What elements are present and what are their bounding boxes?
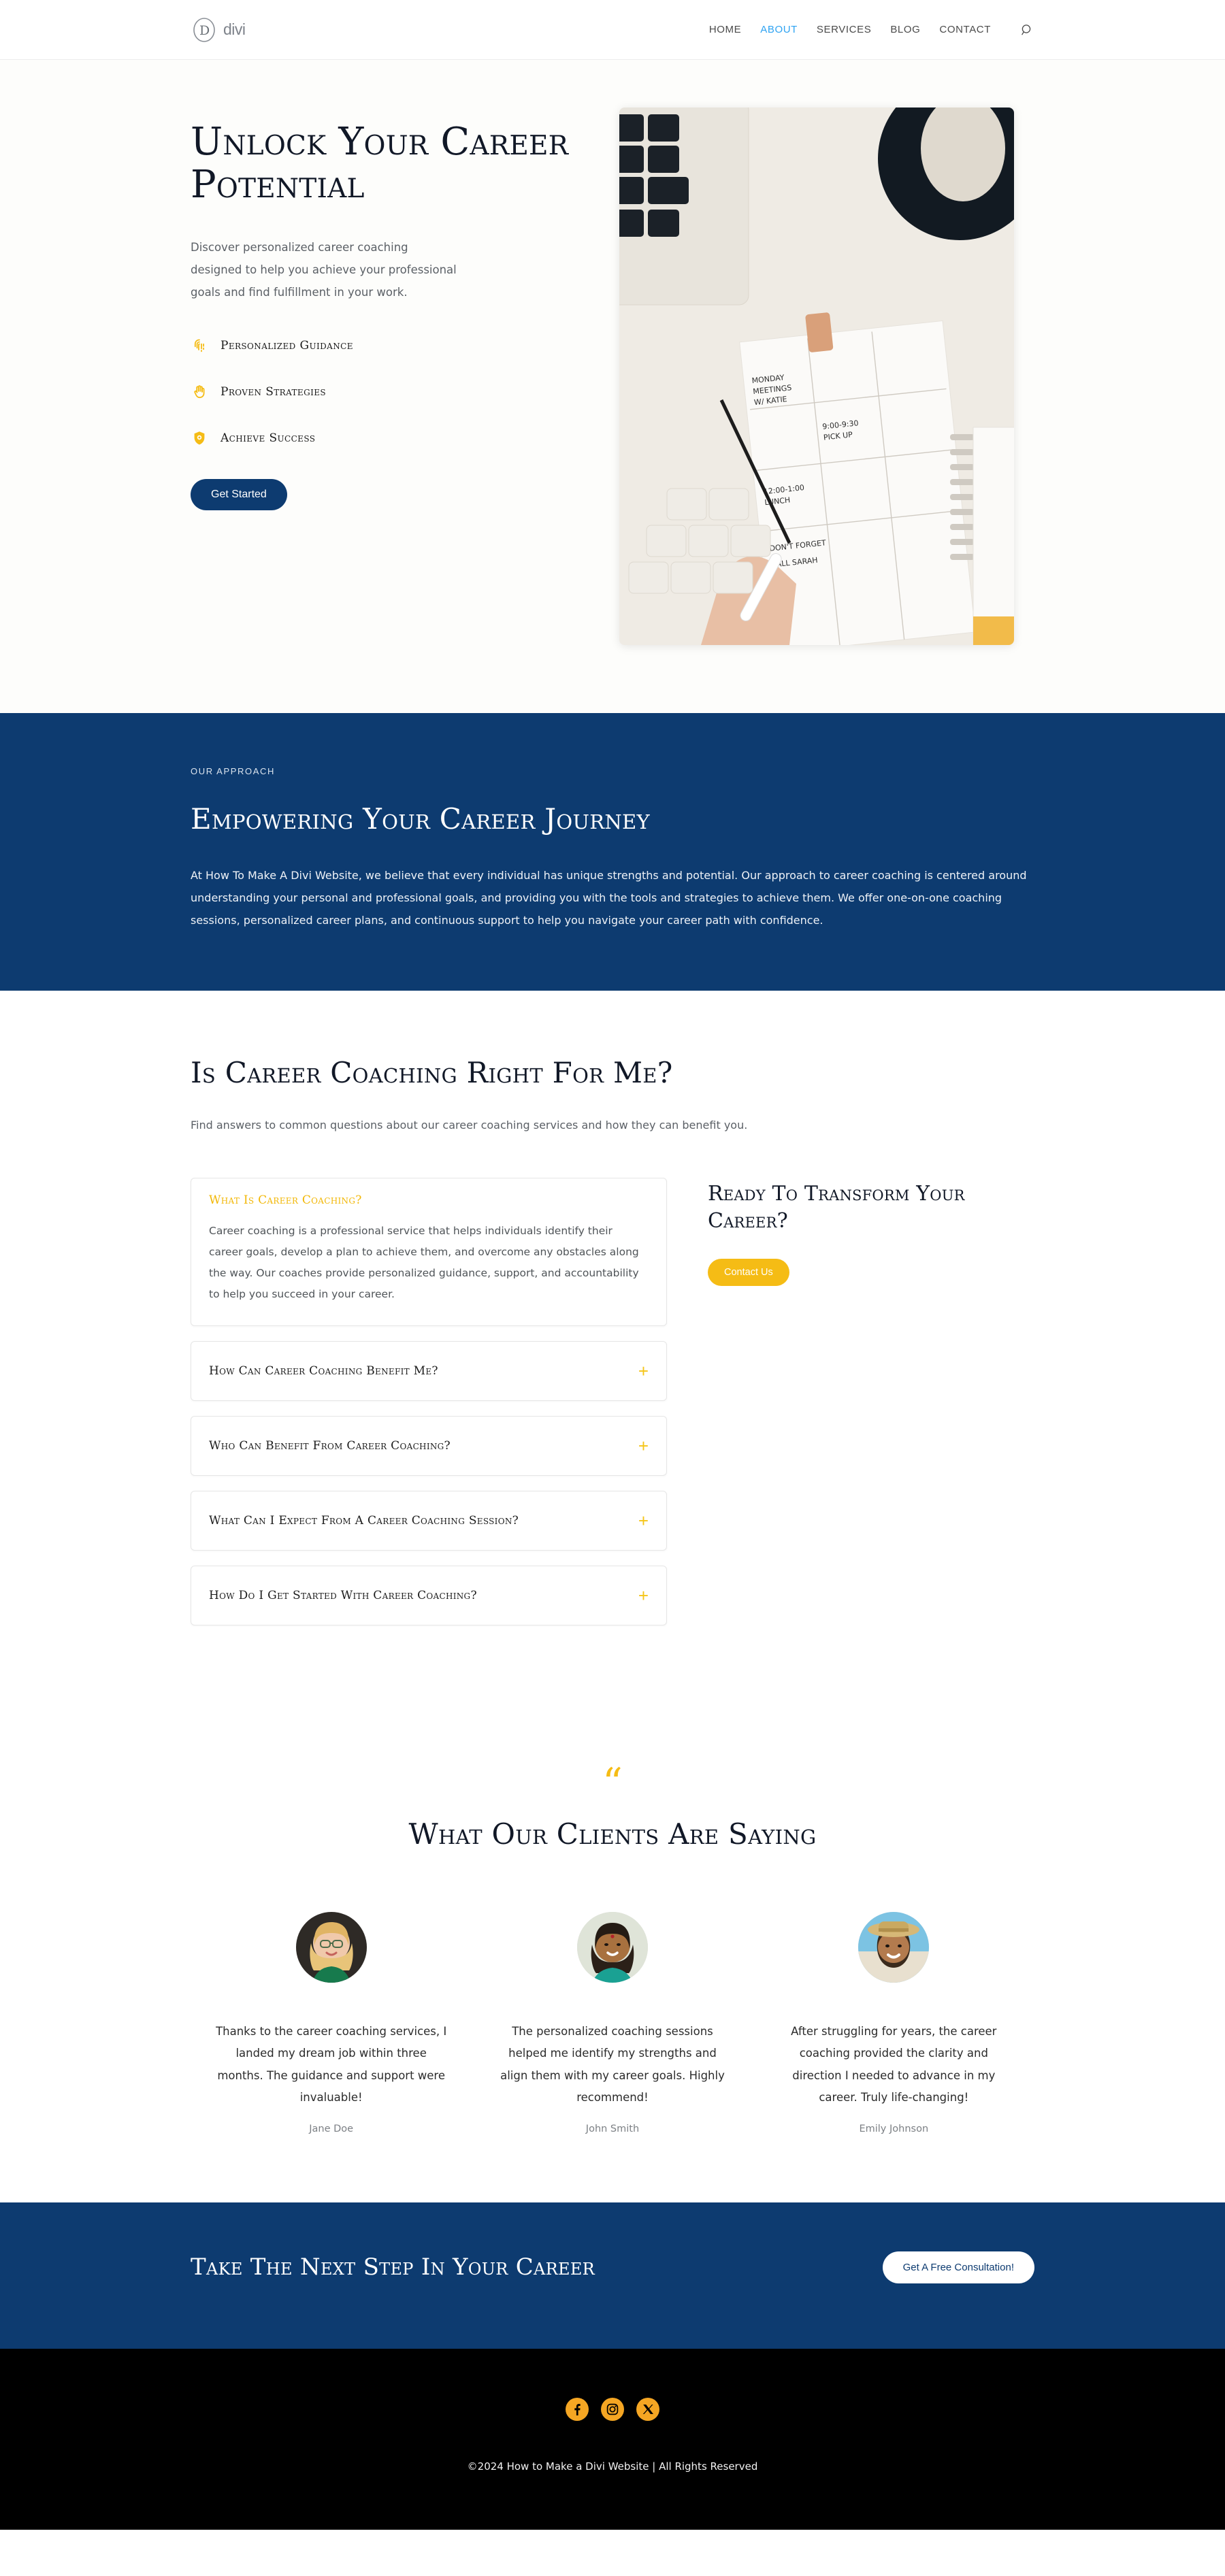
- testimonial-quote: Thanks to the career coaching services, …: [216, 2025, 447, 2104]
- plus-icon[interactable]: +: [638, 1512, 649, 1530]
- avatar: [295, 1912, 367, 1983]
- testimonial-author: Emily Johnson: [859, 2123, 929, 2134]
- faq-item-what-is-career-coaching[interactable]: What is career coaching? Career coaching…: [191, 1178, 667, 1327]
- hero-section: Unlock Your Career Potential Discover pe…: [0, 60, 1225, 713]
- feature-item-proven-strategies: Proven Strategies: [191, 376, 572, 408]
- feature-item-personalized-guidance: Personalized Guidance: [191, 329, 572, 361]
- feature-label: Achieve Success: [220, 431, 316, 445]
- copyright-text: ©2024 How to Make a Divi Website | All R…: [467, 2460, 758, 2473]
- plus-icon[interactable]: +: [638, 1437, 649, 1455]
- nav-item-home[interactable]: HOME: [709, 24, 741, 35]
- divi-logo-icon: D: [193, 17, 215, 42]
- faq-heading: Is Career Coaching Right for Me?: [191, 1055, 673, 1089]
- social-links: [0, 2397, 1225, 2421]
- faq-section: Is Career Coaching Right for Me? Find an…: [0, 990, 1225, 1723]
- shield-gear-icon: [191, 429, 208, 447]
- hero-title: Unlock Your Career Potential: [191, 120, 569, 207]
- faq-item-header[interactable]: How can career coaching benefit me? +: [209, 1362, 649, 1380]
- fingerprint-icon: [191, 337, 208, 354]
- testimonial-card: Thanks to the career coaching services, …: [191, 1912, 472, 2134]
- feature-item-achieve-success: Achieve Success: [191, 422, 572, 454]
- instagram-icon[interactable]: [601, 2397, 624, 2421]
- hero-subtitle: Discover personalized career coaching de…: [191, 241, 457, 299]
- x-twitter-icon[interactable]: [636, 2397, 659, 2421]
- avatar: [858, 1912, 930, 1983]
- logo-wordmark: divi: [223, 20, 246, 38]
- facebook-icon[interactable]: [566, 2397, 589, 2421]
- avatar-john-smith: [576, 1912, 648, 1983]
- faq-item-header[interactable]: How do I get started with career coachin…: [209, 1587, 649, 1604]
- nav-item-services[interactable]: SERVICES: [817, 24, 871, 35]
- faq-question: Who can benefit from career coaching?: [209, 1439, 451, 1453]
- testimonial-author: Jane Doe: [309, 2123, 354, 2134]
- cta-band: Take the Next Step in Your Career Get A …: [0, 2202, 1225, 2349]
- faq-side-heading: Ready to Transform Your Career?: [708, 1182, 965, 1233]
- plus-icon[interactable]: +: [638, 1587, 649, 1604]
- testimonial-quote: After struggling for years, the career c…: [791, 2025, 997, 2104]
- avatar-emily-johnson: [858, 1912, 930, 1983]
- hero-image: MONDAY MEETINGS W/ KATIE 9:00-9:30 PICK …: [619, 108, 1014, 645]
- site-header: D divi HOME ABOUT SERVICES BLOG CONTACT: [0, 0, 1225, 60]
- site-footer: ©2024 How to Make a Divi Website | All R…: [0, 2348, 1225, 2530]
- free-consultation-button[interactable]: Get A Free Consultation!: [882, 2251, 1034, 2283]
- nav-item-about[interactable]: ABOUT: [760, 24, 798, 35]
- approach-section: OUR APPROACH Empowering Your Career Jour…: [0, 713, 1225, 991]
- approach-heading: Empowering Your Career Journey: [191, 802, 650, 836]
- plus-icon[interactable]: +: [638, 1362, 649, 1380]
- contact-us-button[interactable]: Contact Us: [708, 1259, 789, 1287]
- search-icon[interactable]: [1019, 22, 1034, 37]
- testimonial-card: The personalized coaching sessions helpe…: [472, 1912, 753, 2134]
- faq-question: How do I get started with career coachin…: [209, 1589, 477, 1603]
- testimonials-section: “ What Our Clients Are Saying Thanks to …: [0, 1722, 1225, 2202]
- faq-item-how-can-career-coaching-benefit-me[interactable]: How can career coaching benefit me? +: [191, 1341, 667, 1402]
- site-logo[interactable]: D divi: [191, 14, 246, 46]
- faq-item-what-can-i-expect-from-a-career-coaching-session[interactable]: What can I expect from a career coaching…: [191, 1491, 667, 1551]
- faq-intro: Find answers to common questions about o…: [191, 1118, 748, 1132]
- avatar-jane-doe: [295, 1912, 367, 1983]
- faq-item-how-do-i-get-started-with-career-coaching[interactable]: How do I get started with career coachin…: [191, 1566, 667, 1626]
- testimonials-heading: What Our Clients Are Saying: [408, 1817, 817, 1851]
- faq-question: What can I expect from a career coaching…: [209, 1514, 519, 1528]
- faq-question: How can career coaching benefit me?: [209, 1364, 438, 1378]
- faq-item-who-can-benefit-from-career-coaching[interactable]: Who can benefit from career coaching? +: [191, 1416, 667, 1476]
- avatar: [576, 1912, 648, 1983]
- nav-item-contact[interactable]: CONTACT: [939, 24, 991, 35]
- svg-text:D: D: [199, 23, 210, 38]
- desk-planner-photo: MONDAY MEETINGS W/ KATIE 9:00-9:30 PICK …: [619, 108, 1014, 645]
- faq-accordion: What is career coaching? Career coaching…: [191, 1178, 667, 1640]
- approach-eyebrow: OUR APPROACH: [191, 766, 275, 776]
- faq-answer: Career coaching is a professional servic…: [209, 1225, 639, 1301]
- testimonial-author: John Smith: [585, 2123, 640, 2134]
- faq-question: What is career coaching?: [209, 1193, 362, 1208]
- feature-label: Proven Strategies: [220, 384, 326, 399]
- hero-feature-list: Personalized Guidance Proven Strategies: [191, 329, 572, 454]
- get-started-button[interactable]: Get Started: [191, 479, 287, 511]
- approach-body: At How To Make A Divi Website, we believ…: [191, 869, 1027, 927]
- faq-side-cta: Ready to Transform Your Career? Contact …: [708, 1178, 994, 1640]
- hand-icon: [191, 383, 208, 401]
- quote-icon: “: [602, 1760, 623, 1806]
- main-nav: HOME ABOUT SERVICES BLOG CONTACT: [709, 22, 1034, 37]
- cta-heading: Take the Next Step in Your Career: [191, 2253, 595, 2281]
- feature-label: Personalized Guidance: [220, 338, 353, 352]
- faq-item-header[interactable]: What is career coaching?: [209, 1193, 649, 1207]
- faq-item-header[interactable]: Who can benefit from career coaching? +: [209, 1437, 649, 1455]
- faq-item-header[interactable]: What can I expect from a career coaching…: [209, 1512, 649, 1530]
- testimonial-quote: The personalized coaching sessions helpe…: [500, 2025, 725, 2104]
- page-root: D divi HOME ABOUT SERVICES BLOG CONTACT: [0, 0, 1225, 2530]
- testimonial-card: After struggling for years, the career c…: [753, 1912, 1034, 2134]
- nav-item-blog[interactable]: BLOG: [890, 24, 920, 35]
